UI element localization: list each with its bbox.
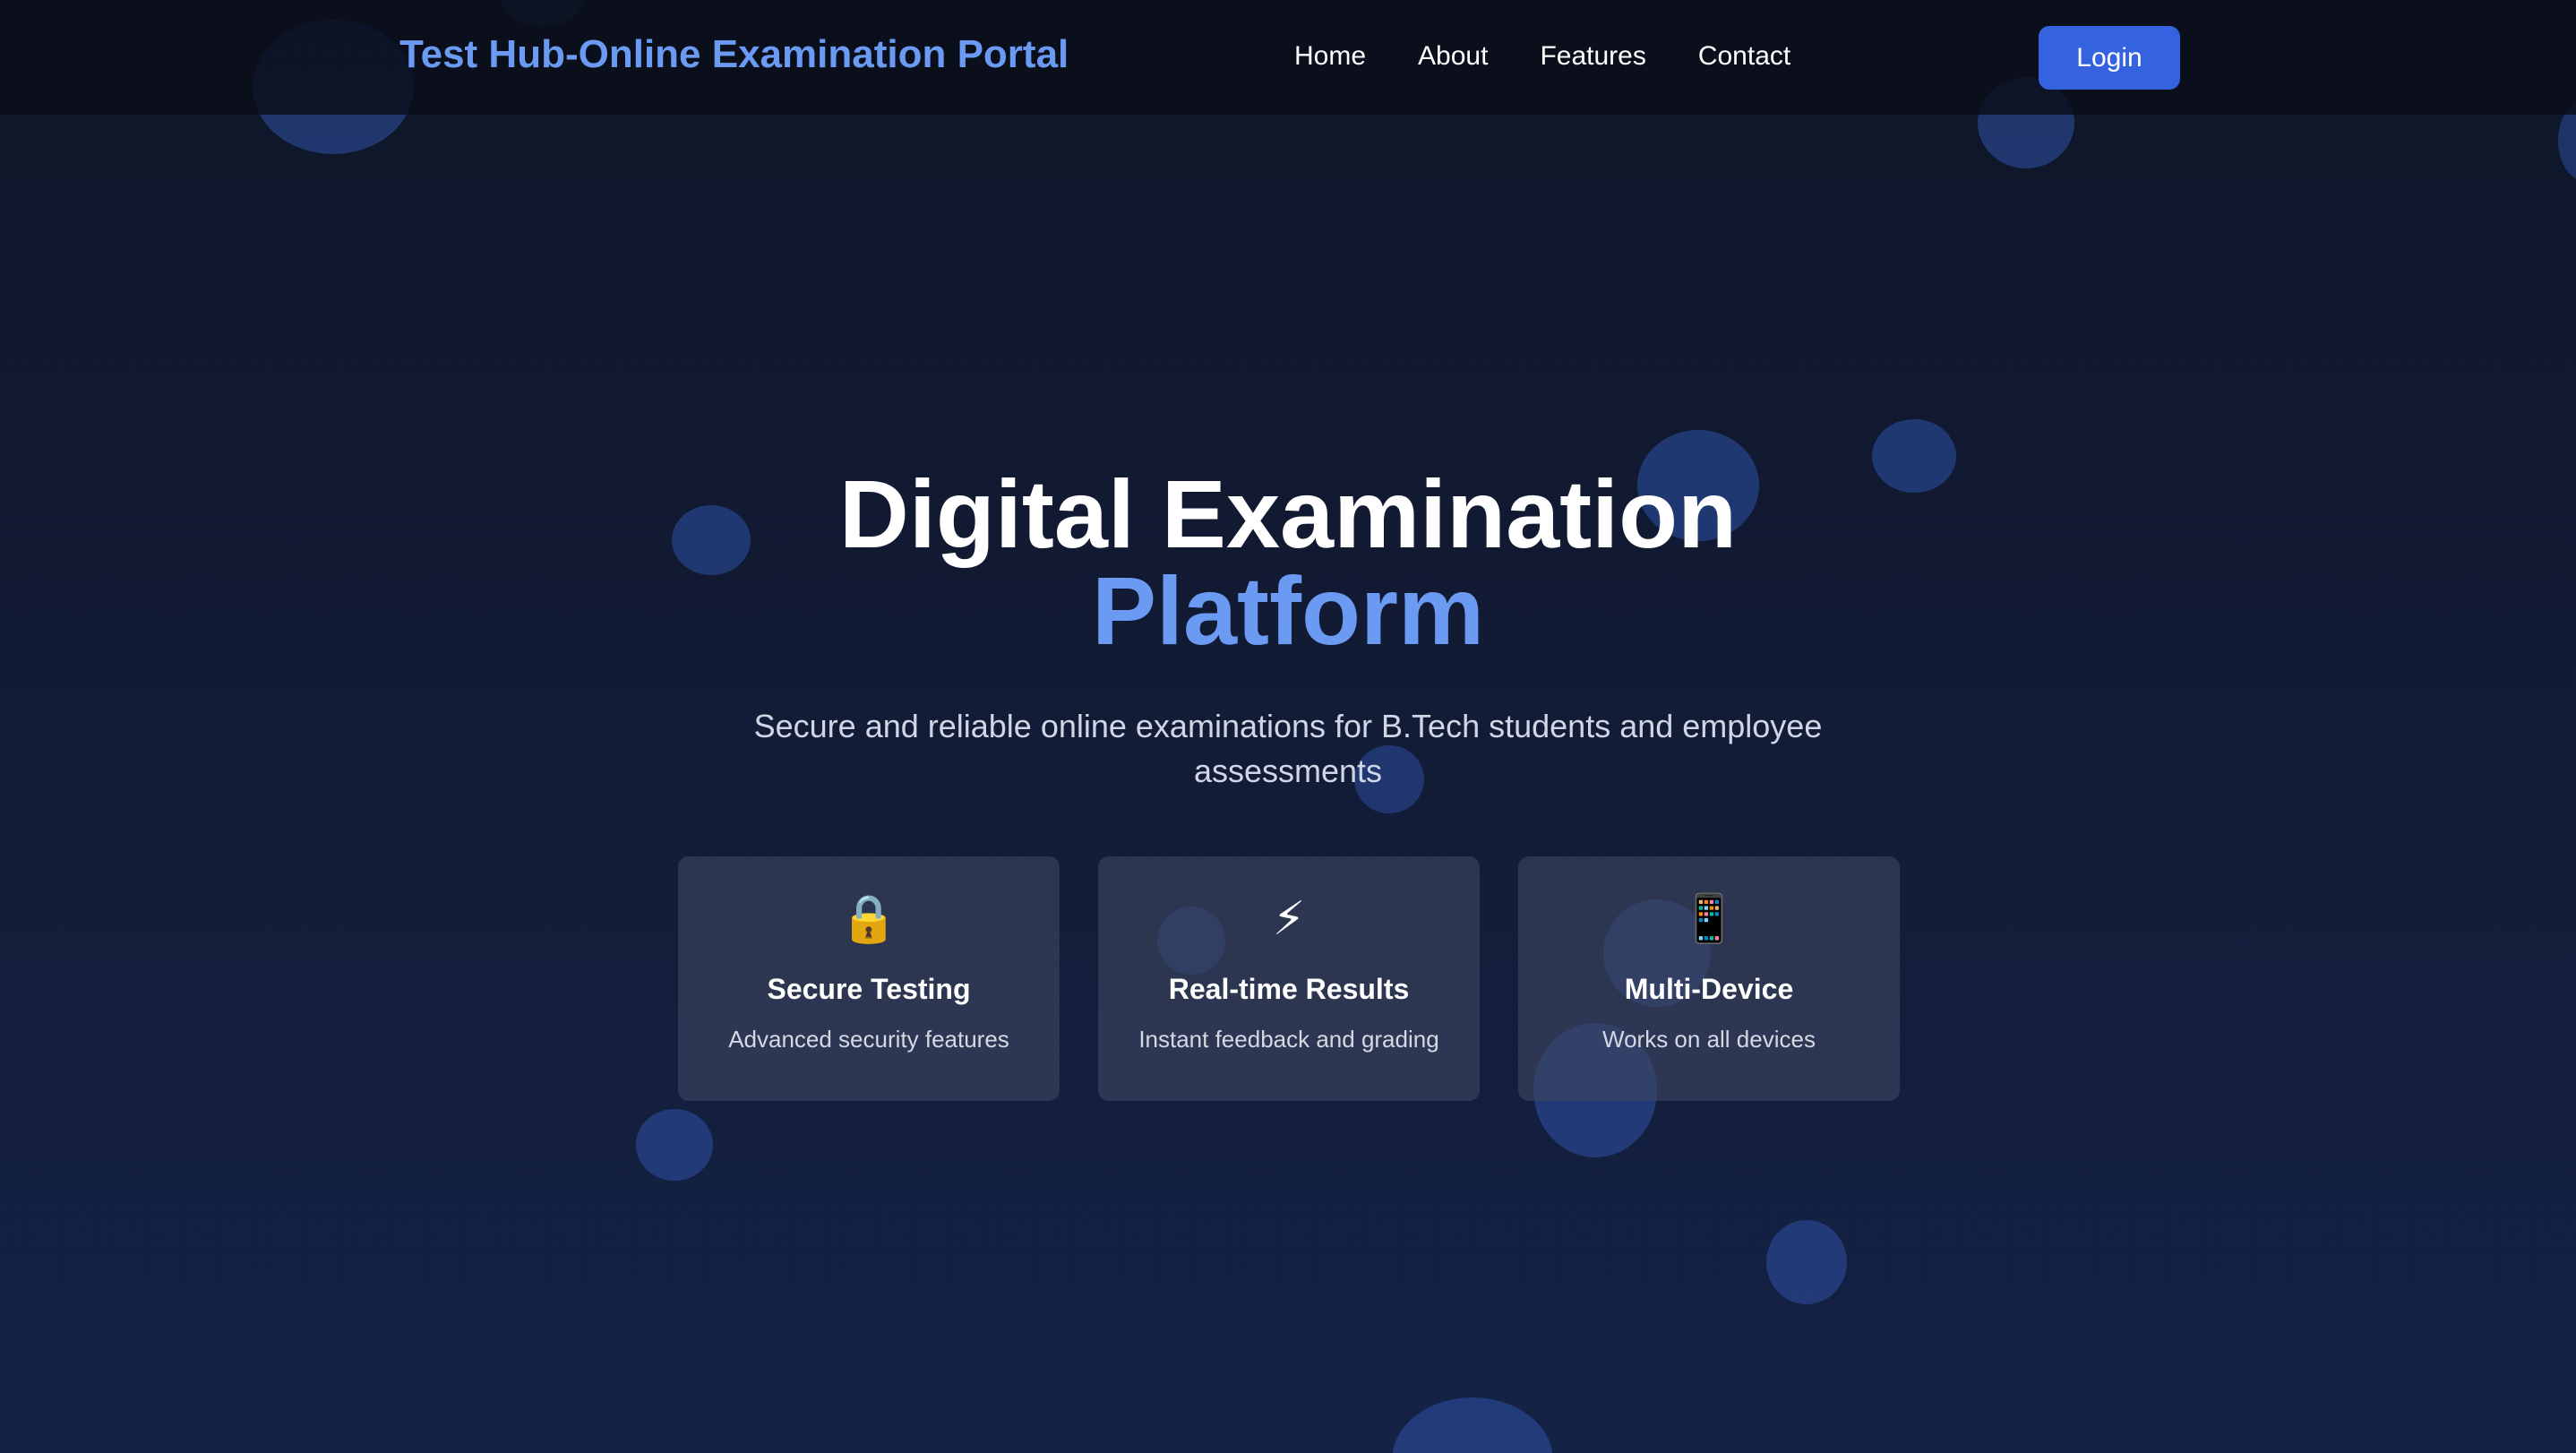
hero-title-accent: Platform [1091, 556, 1485, 665]
feature-cards: 🔒 Secure Testing Advanced security featu… [678, 856, 1900, 1101]
nav-links: Home About Features Contact [1294, 41, 1790, 72]
hero-section: Digital Examination Platform Secure and … [0, 466, 2576, 794]
hero-title-line1: Digital Examination [838, 460, 1738, 568]
nav-link-home[interactable]: Home [1294, 41, 1366, 72]
feature-card-title: Multi-Device [1624, 973, 1794, 1005]
feature-card-description: Advanced security features [728, 1026, 1009, 1053]
top-navbar: Test Hub-Online Examination Portal Home … [0, 0, 2576, 115]
feature-card-secure-testing: 🔒 Secure Testing Advanced security featu… [678, 856, 1060, 1101]
mobile-phone-icon: 📱 [1679, 893, 1739, 945]
background-bubble [636, 1109, 713, 1181]
background-bubble [1766, 1220, 1847, 1304]
feature-card-title: Secure Testing [767, 973, 971, 1005]
background-bubble [1392, 1397, 1553, 1453]
nav-link-contact[interactable]: Contact [1698, 41, 1790, 72]
feature-card-description: Instant feedback and grading [1138, 1026, 1439, 1053]
lightning-icon: ⚡ [1272, 893, 1306, 945]
feature-card-description: Works on all devices [1602, 1026, 1816, 1053]
nav-link-about[interactable]: About [1418, 41, 1488, 72]
feature-card-multi-device: 📱 Multi-Device Works on all devices [1518, 856, 1900, 1101]
login-button[interactable]: Login [2039, 26, 2180, 90]
hero-title: Digital Examination Platform [0, 466, 2576, 659]
lock-icon: 🔒 [839, 893, 898, 945]
feature-card-real-time-results: ⚡ Real-time Results Instant feedback and… [1098, 856, 1480, 1101]
brand-title[interactable]: Test Hub-Online Examination Portal [399, 32, 1069, 77]
nav-link-features[interactable]: Features [1540, 41, 1645, 72]
feature-card-title: Real-time Results [1168, 973, 1410, 1005]
hero-subtitle: Secure and reliable online examinations … [753, 708, 1823, 789]
